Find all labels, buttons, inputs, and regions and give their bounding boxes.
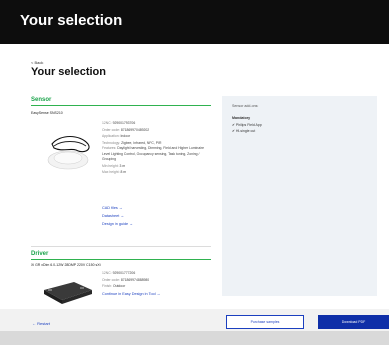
header-bar: Your selection xyxy=(0,0,389,44)
bottom-strip xyxy=(0,331,389,345)
design-guide-link[interactable]: Design in guide → xyxy=(102,222,133,226)
purchase-samples-button[interactable]: Purchase samples xyxy=(226,315,304,329)
sensor-specs: 12NC: 929001793706 Order code: 871869970… xyxy=(102,120,212,176)
back-link[interactable]: < Back xyxy=(31,60,43,65)
datasheet-link[interactable]: Datasheet → xyxy=(102,214,124,218)
driver-product-image xyxy=(44,282,92,304)
sensor-product-name: EasySense SNS210 xyxy=(31,111,63,115)
driver-divider xyxy=(31,259,211,260)
sensor-product-image xyxy=(47,135,90,170)
driver-section-title: Driver xyxy=(31,251,49,257)
sensor-spec-row: Features: Daylight harvesting, Dimming, … xyxy=(102,146,204,162)
download-pdf-button[interactable]: Download PDF xyxy=(318,315,389,329)
restart-link[interactable]: ← Restart xyxy=(32,321,50,326)
page-title: Your selection xyxy=(31,66,106,78)
driver-product-name: Xi GR xDim 6.0-12W 28DMP 220V C150 sXt xyxy=(31,263,101,267)
driver-separator xyxy=(31,246,211,247)
addon-item: ✔ Hl-single cut xyxy=(232,129,256,133)
easy-design-tool-link[interactable]: Continue in Easy Design in Tool → xyxy=(102,292,160,296)
addon-item: ✔ Philips Field App xyxy=(232,123,262,127)
cad-files-link[interactable]: CAD files → xyxy=(102,206,123,210)
sensor-addons-panel: Sensor add-ons: Mandatory ✔ Philips Fiel… xyxy=(222,96,377,296)
sensor-section-title: Sensor xyxy=(31,97,52,103)
footer-bar: ← Restart Purchase samples Download PDF xyxy=(0,309,389,345)
header-title: Your selection xyxy=(20,12,123,29)
panel-title: Sensor add-ons: xyxy=(232,104,259,108)
sensor-divider xyxy=(31,105,211,106)
driver-specs: 12NC: 929001777206 Order code: 871869974… xyxy=(102,270,212,290)
mandatory-label: Mandatory xyxy=(232,116,251,120)
driver-spec-row: Finish: Outdoor xyxy=(102,284,126,288)
sensor-spec-row: Max height: 8 m xyxy=(102,170,127,175)
